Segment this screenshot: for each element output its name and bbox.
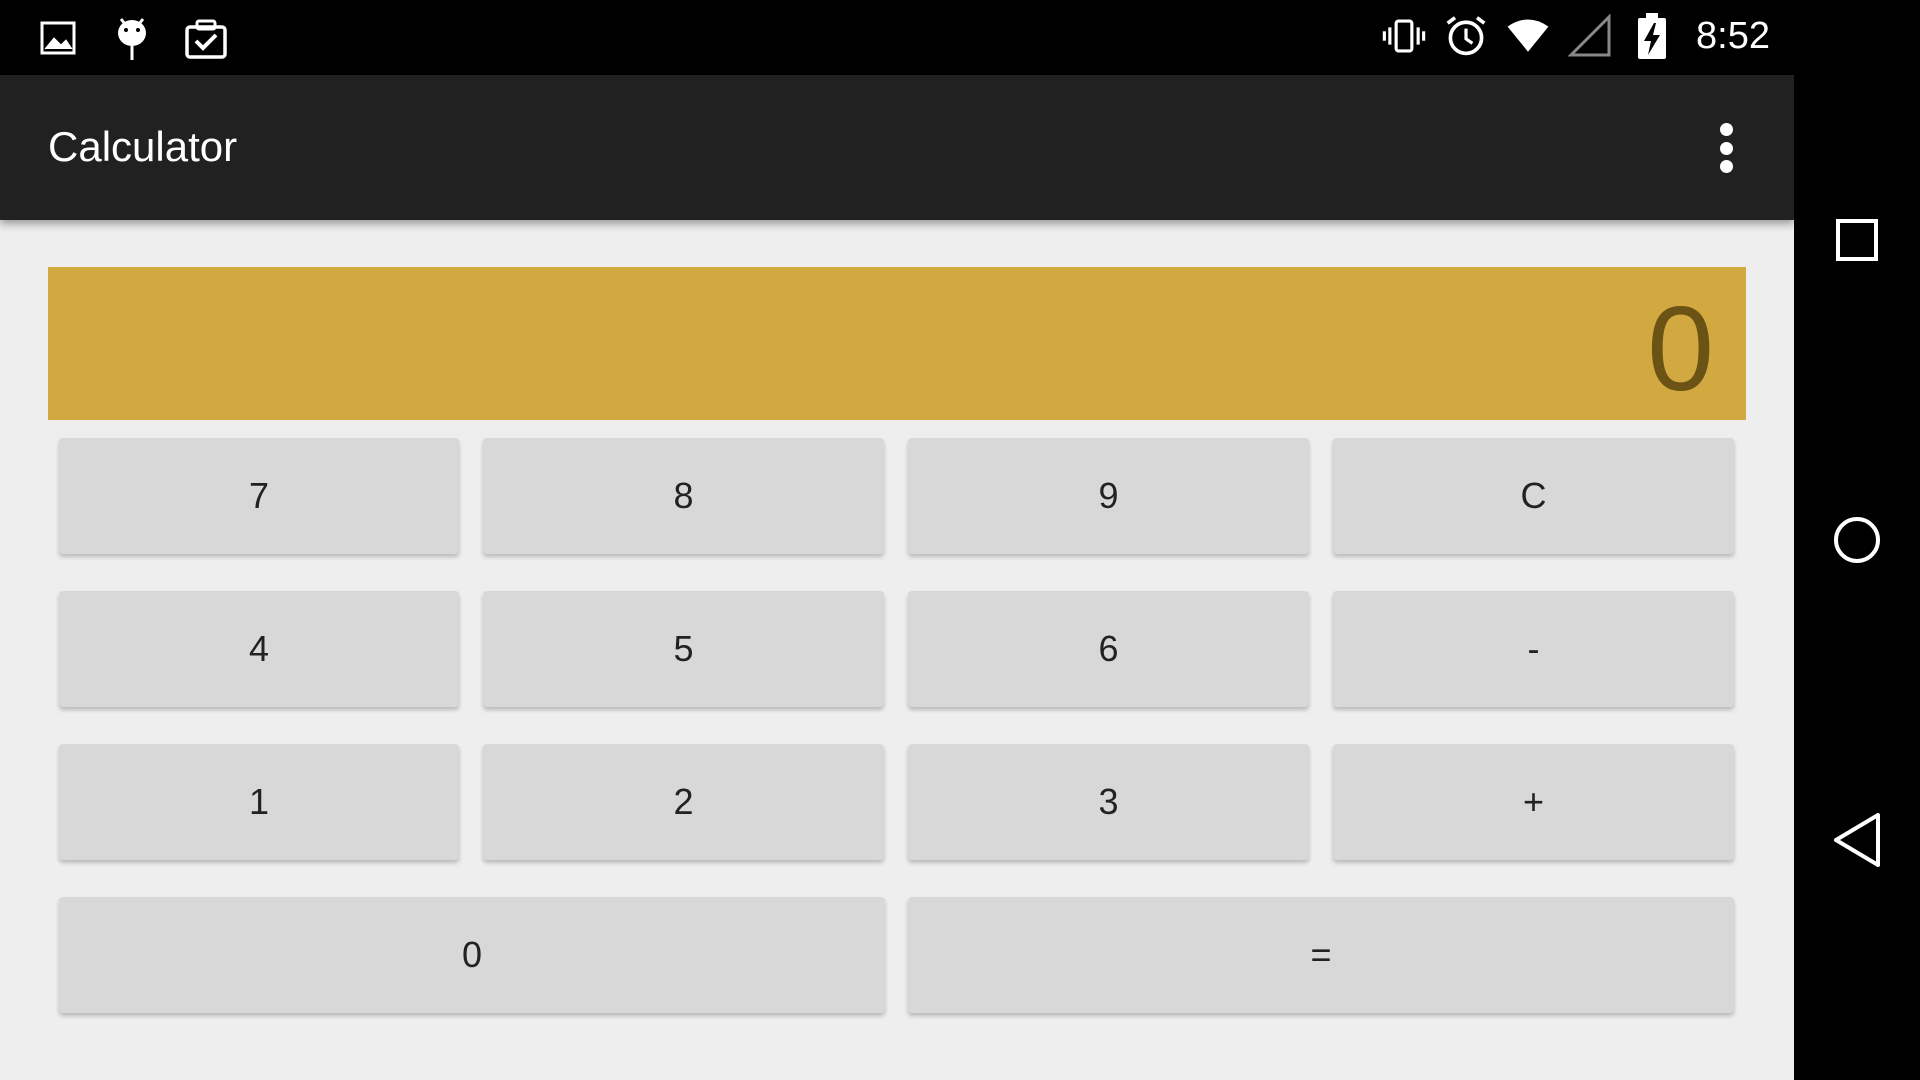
android-debug-icon bbox=[110, 14, 154, 62]
navigation-bar bbox=[1794, 0, 1920, 1080]
overflow-menu-dot bbox=[1719, 141, 1733, 155]
overflow-menu-dot bbox=[1719, 160, 1733, 173]
minus-button[interactable]: - bbox=[1333, 591, 1734, 707]
recent-apps-button[interactable] bbox=[1794, 180, 1920, 300]
cell-signal-icon bbox=[1568, 12, 1612, 60]
app-bar: Calculator bbox=[0, 75, 1794, 220]
battery-charging-icon bbox=[1630, 12, 1674, 60]
key-5[interactable]: 5 bbox=[483, 591, 884, 707]
vibrate-icon bbox=[1382, 12, 1426, 60]
home-icon bbox=[1834, 517, 1880, 563]
wifi-icon bbox=[1506, 12, 1550, 60]
key-9[interactable]: 9 bbox=[908, 438, 1309, 554]
overflow-menu-button[interactable] bbox=[1706, 115, 1746, 181]
calculator-content: 0 7 8 9 C 4 5 6 - 1 2 3 + 0 = bbox=[0, 220, 1794, 1080]
key-2[interactable]: 2 bbox=[483, 744, 884, 860]
app-title: Calculator bbox=[48, 123, 238, 170]
back-button[interactable] bbox=[1794, 780, 1920, 900]
clear-button[interactable]: C bbox=[1333, 438, 1734, 554]
key-8[interactable]: 8 bbox=[483, 438, 884, 554]
recent-apps-icon bbox=[1836, 219, 1878, 261]
clock: 8:52 bbox=[1696, 14, 1770, 57]
overflow-menu-icon bbox=[1719, 123, 1733, 136]
home-button[interactable] bbox=[1794, 480, 1920, 600]
plus-button[interactable]: + bbox=[1333, 744, 1734, 860]
key-7[interactable]: 7 bbox=[59, 438, 459, 554]
result-display: 0 bbox=[48, 267, 1746, 420]
status-bar: 8:52 bbox=[0, 0, 1794, 75]
result-value: 0 bbox=[1647, 282, 1714, 416]
key-4[interactable]: 4 bbox=[59, 591, 459, 707]
gallery-icon bbox=[36, 14, 80, 62]
key-1[interactable]: 1 bbox=[59, 744, 459, 860]
key-3[interactable]: 3 bbox=[908, 744, 1309, 860]
clipboard-check-icon bbox=[184, 14, 228, 62]
key-6[interactable]: 6 bbox=[908, 591, 1309, 707]
key-0[interactable]: 0 bbox=[59, 897, 885, 1013]
equals-button[interactable]: = bbox=[908, 897, 1734, 1013]
alarm-icon bbox=[1444, 12, 1488, 60]
back-icon bbox=[1834, 813, 1880, 867]
